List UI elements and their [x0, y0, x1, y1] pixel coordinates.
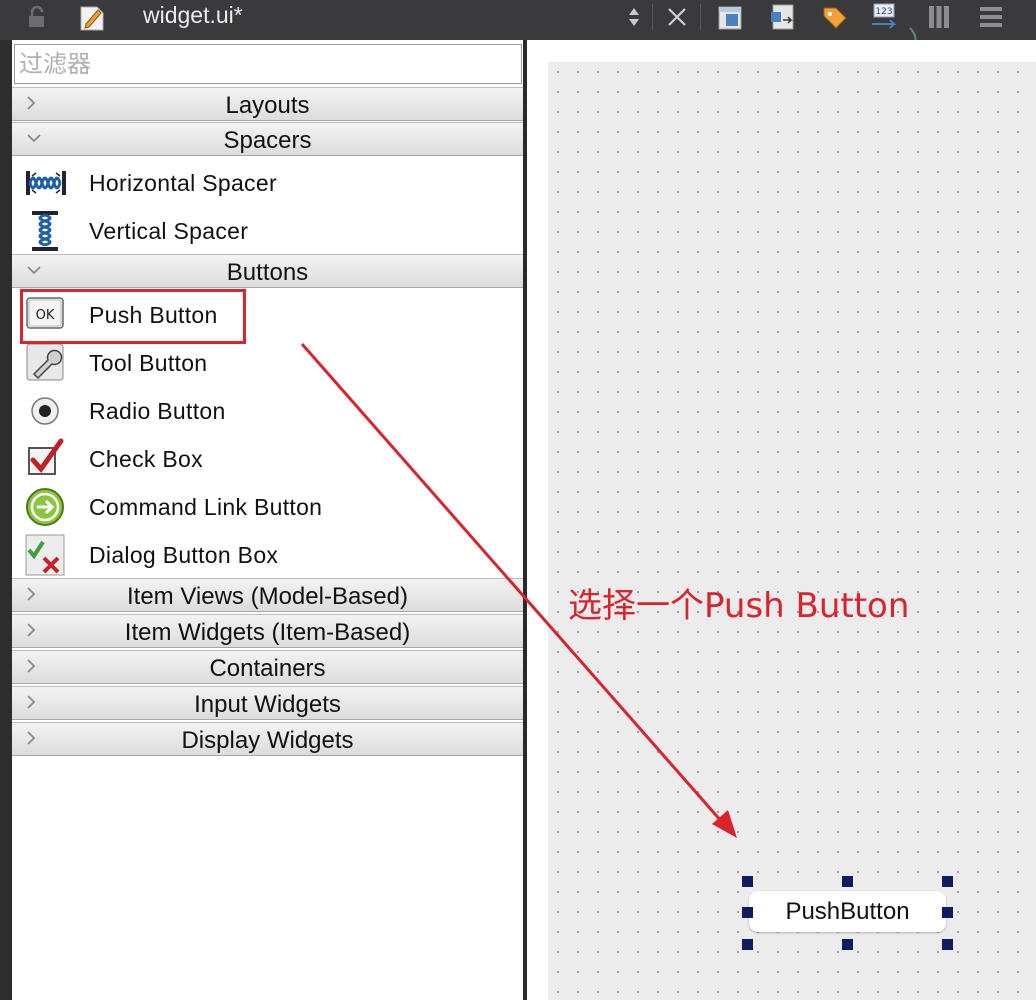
check-box-icon — [24, 438, 68, 480]
category-label: Input Widgets — [194, 691, 341, 718]
category-buttons[interactable]: Buttons — [12, 254, 523, 288]
category-label: Item Widgets (Item-Based) — [124, 619, 411, 646]
widget-item-label: Command Link Button — [89, 494, 323, 520]
category-label: Layouts — [225, 92, 310, 119]
widget-item-label: Radio Button — [89, 398, 226, 424]
category-label: Buttons — [226, 259, 309, 286]
widget-item-vertical-spacer[interactable]: Vertical Spacer — [12, 207, 523, 255]
selection-handle[interactable] — [742, 907, 753, 918]
placed-push-button[interactable]: PushButton — [749, 891, 946, 932]
category-label: Spacers — [223, 127, 312, 154]
widget-item-horizontal-spacer[interactable]: Horizontal Spacer — [12, 159, 523, 207]
widget-item-label: Vertical Spacer — [89, 218, 249, 244]
category-input-widgets[interactable]: Input Widgets — [12, 686, 523, 720]
left-gutter — [0, 40, 12, 1000]
widget-item-command-link-button[interactable]: Command Link Button — [12, 483, 523, 531]
tool-button-icon — [24, 342, 68, 384]
lock-icon[interactable] — [22, 0, 52, 34]
highlight-box — [20, 289, 246, 344]
category-label: Display Widgets — [181, 727, 354, 754]
form-canvas[interactable] — [548, 62, 1036, 1000]
category-spacers[interactable]: Spacers — [12, 122, 523, 156]
layout-icon[interactable] — [714, 0, 748, 34]
widget-item-check-box[interactable]: Check Box — [12, 435, 523, 483]
widget-item-label: Check Box — [89, 446, 203, 472]
widget-item-tool-button[interactable]: Tool Button — [12, 339, 523, 387]
edit-icon[interactable] — [76, 0, 108, 34]
vertical-spacer-icon — [24, 210, 68, 252]
category-item-widgets[interactable]: Item Widgets (Item-Based) — [12, 614, 523, 648]
selection-handle[interactable] — [742, 876, 753, 887]
category-layouts[interactable]: Layouts — [12, 87, 523, 121]
selection-handle[interactable] — [942, 939, 953, 950]
svg-text:123: 123 — [875, 7, 892, 17]
selection-handle[interactable] — [842, 939, 853, 950]
form-editor-area — [527, 40, 1036, 1000]
widget-box-panel: Layouts Spacers Horizontal Spacer Vertic… — [12, 40, 525, 1000]
category-label: Containers — [209, 655, 326, 682]
widget-item-label: Horizontal Spacer — [89, 170, 277, 196]
close-icon[interactable] — [662, 0, 692, 34]
dialog-button-box-icon — [24, 534, 68, 576]
layout-icon[interactable] — [766, 0, 800, 34]
widget-item-label: Tool Button — [89, 350, 208, 376]
selection-handle[interactable] — [942, 907, 953, 918]
toolbar-separator — [652, 4, 653, 30]
widget-item-dialog-button-box[interactable]: Dialog Button Box — [12, 531, 523, 579]
spin-arrows-icon[interactable] — [622, 0, 646, 34]
category-display-widgets[interactable]: Display Widgets — [12, 722, 523, 756]
category-containers[interactable]: Containers — [12, 650, 523, 684]
toolbar-separator — [700, 4, 701, 30]
filter-input[interactable] — [14, 44, 522, 84]
widget-item-label: Dialog Button Box — [89, 542, 279, 568]
widget-item-radio-button[interactable]: Radio Button — [12, 387, 523, 435]
category-item-views[interactable]: Item Views (Model-Based) — [12, 578, 523, 612]
selection-handle[interactable] — [742, 939, 753, 950]
file-title: widget.ui* — [143, 2, 243, 28]
selection-handle[interactable] — [942, 876, 953, 887]
radio-button-icon — [24, 390, 68, 432]
command-link-icon — [24, 486, 68, 528]
tag-icon[interactable] — [818, 0, 852, 34]
annotation-text: 选择一个Push Button — [568, 586, 910, 626]
horizontal-spacer-icon — [24, 162, 68, 204]
selection-handle[interactable] — [842, 876, 853, 887]
category-label: Item Views (Model-Based) — [127, 583, 408, 610]
